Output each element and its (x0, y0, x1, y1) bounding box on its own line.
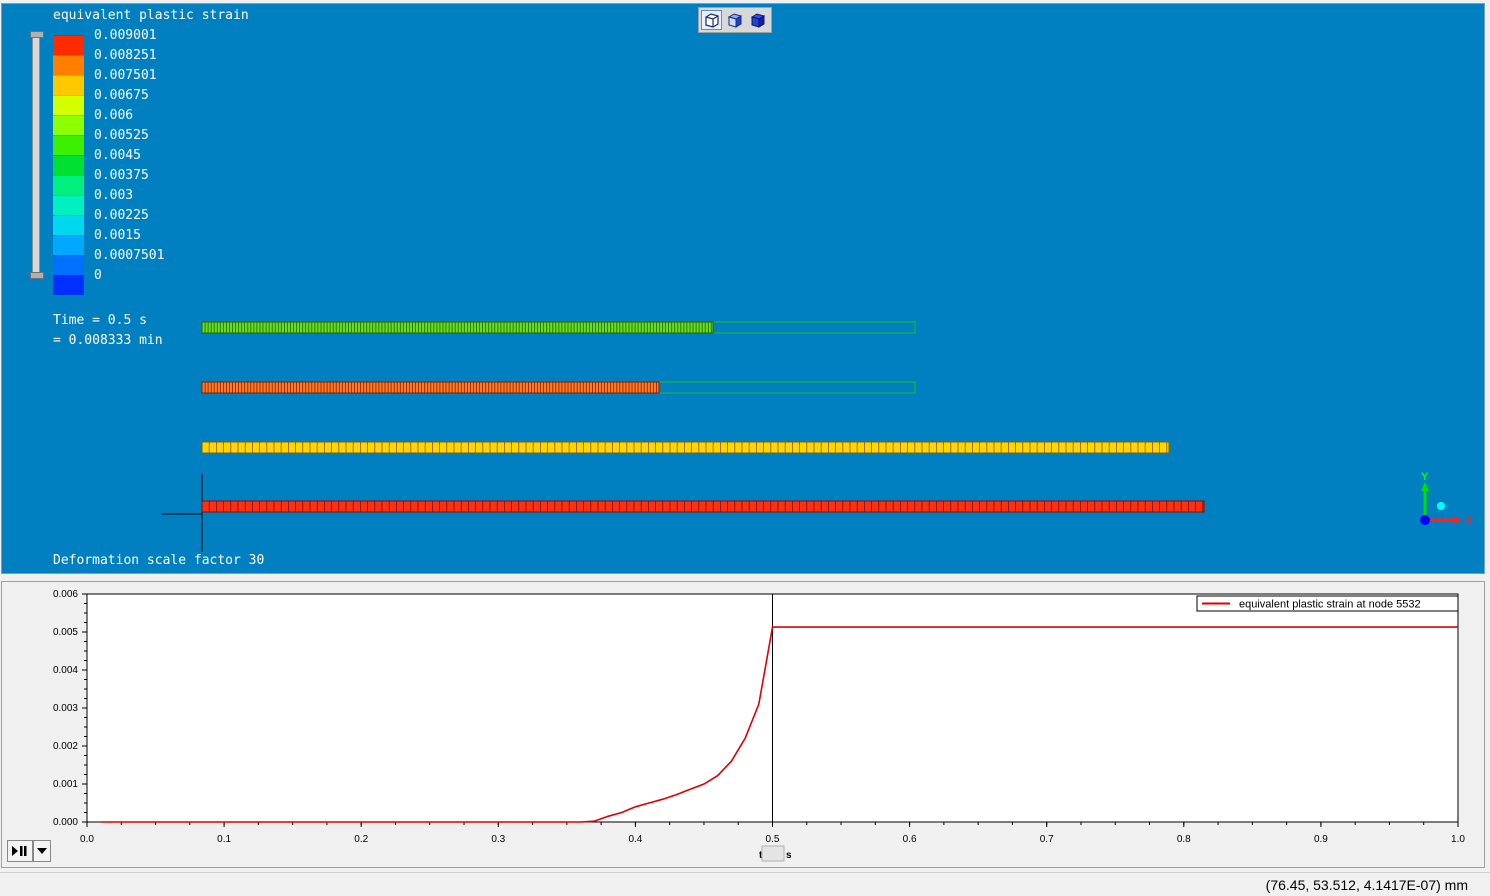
y-tick-label: 0.002 (53, 741, 78, 752)
y-tick-label: 0.006 (53, 589, 78, 600)
legend-swatch (53, 195, 84, 215)
legend-swatch (53, 135, 84, 155)
legend-swatch (53, 35, 84, 55)
legend-label: 0.006 (94, 108, 134, 123)
play-pause-icon (12, 846, 27, 856)
x-tick-label: 0.2 (354, 834, 368, 845)
legend-swatch (53, 175, 84, 195)
legend-label: 0.00525 (94, 128, 149, 143)
y-tick-label: 0.004 (53, 665, 78, 676)
deformed-bar (201, 500, 1205, 513)
x-tick-label: 0.5 (766, 834, 780, 845)
chart-legend: equivalent plastic strain at node 5532 (1196, 595, 1459, 612)
chevron-down-icon (37, 848, 47, 854)
legend-label: 0.008251 (94, 48, 157, 63)
legend-label: 0.009001 (94, 28, 157, 43)
legend-series-label: equivalent plastic strain at node 5532 (1239, 599, 1421, 611)
time-input-box (761, 845, 785, 862)
playback-options-dropdown[interactable] (33, 840, 51, 862)
legend-swatch (53, 55, 84, 75)
x-tick-label: 0.8 (1177, 834, 1191, 845)
y-tick-label: 0.000 (53, 817, 78, 828)
legend-swatch (53, 255, 84, 275)
x-tick-label: 0.9 (1314, 834, 1328, 845)
legend-label: 0 (94, 268, 102, 283)
legend-label: 0.007501 (94, 68, 157, 83)
legend-swatch (53, 95, 84, 115)
deformed-bar (201, 441, 1170, 454)
axis-y-label: Y (1421, 471, 1429, 483)
legend-swatch (53, 75, 84, 95)
legend-label: 0.00675 (94, 88, 149, 103)
x-tick-label: 0.1 (217, 834, 231, 845)
axis-x-label: X (1465, 515, 1473, 527)
legend-label: 0.00225 (94, 208, 149, 223)
y-tick-label: 0.001 (53, 779, 78, 790)
x-tick-label: 0.6 (903, 834, 917, 845)
strain-bar[interactable] (201, 441, 1170, 454)
legend-label: 0.003 (94, 188, 134, 203)
x-axis-label: ts (759, 845, 792, 862)
y-tick-label: 0.003 (53, 703, 78, 714)
legend-swatch (53, 235, 84, 255)
bar-model-canvas: Y X (162, 321, 1473, 552)
x-tick-label: 0.7 (1040, 834, 1054, 845)
legend-label: 0.00375 (94, 168, 149, 183)
legend-swatch (53, 115, 84, 135)
cursor-coordinates: (76.45, 53.512, 4.1417E-07) mm (1265, 877, 1468, 893)
status-bar: (76.45, 53.512, 4.1417E-07) mm (0, 872, 1490, 896)
legend-swatch (53, 155, 84, 175)
model-viewport[interactable]: equivalent plastic strain Time = 0.5 s =… (1, 3, 1485, 574)
legend-label: 0.0015 (94, 228, 141, 243)
axis-triad: Y X (1420, 471, 1473, 527)
play-pause-button[interactable] (7, 840, 33, 862)
x-tick-label: 0.3 (491, 834, 505, 845)
x-tick-label: 1.0 (1451, 834, 1465, 845)
history-chart-panel: 0.0 0.1 0.2 0.3 0.4 0.5 0.6 0.7 0.8 0.9 1.0 0.000 0.… (1, 581, 1485, 868)
x-tick-label: 0.4 (628, 834, 642, 845)
x-axis-label-unit: s (786, 850, 792, 861)
x-tick-label: 0.0 (80, 834, 94, 845)
strain-bar[interactable] (201, 321, 916, 334)
strain-bar[interactable] (201, 500, 1205, 513)
legend-swatch (53, 275, 84, 295)
y-tick-label: 0.005 (53, 627, 78, 638)
legend-swatch (53, 215, 84, 235)
strain-bar[interactable] (201, 381, 916, 394)
legend-label: 0.0045 (94, 148, 141, 163)
history-chart[interactable]: 0.0 0.1 0.2 0.3 0.4 0.5 0.6 0.7 0.8 0.9 1.0 0.000 0.… (2, 582, 1484, 867)
legend-label: 0.0007501 (94, 248, 165, 263)
